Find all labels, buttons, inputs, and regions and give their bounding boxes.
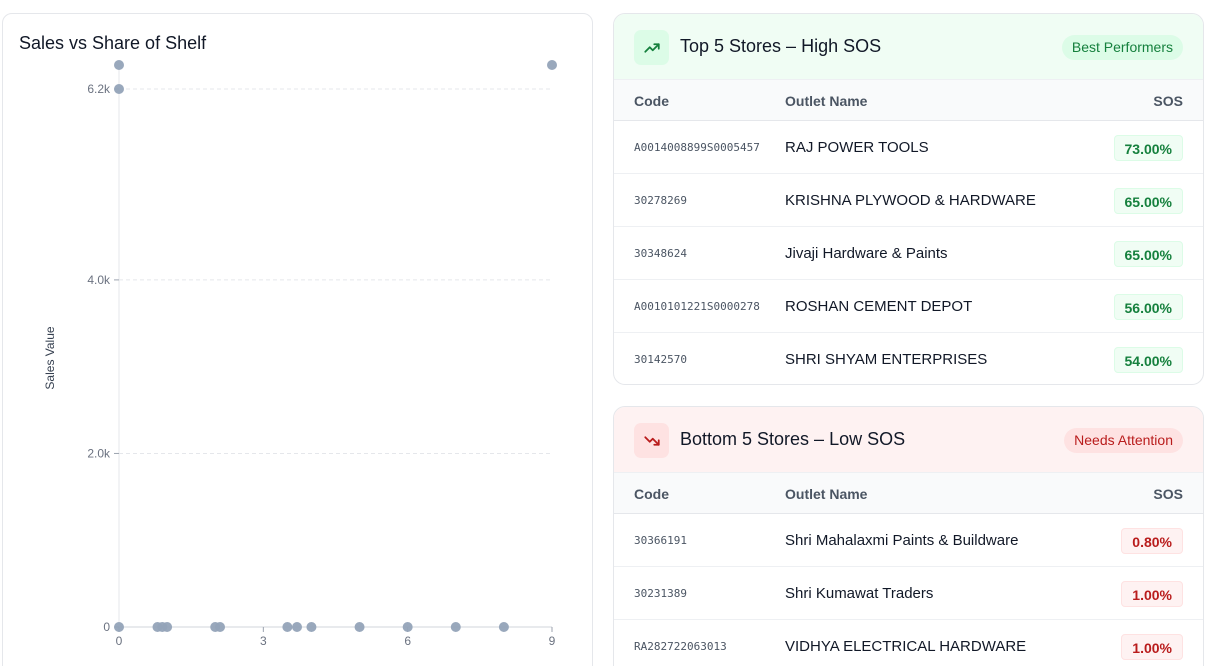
table-row[interactable]: 30231389 Shri Kumawat Traders 1.00% [614, 567, 1203, 620]
store-code: 30231389 [634, 587, 687, 600]
outlet-name: ROSHAN CEMENT DEPOT [785, 298, 973, 315]
table-row[interactable]: A0014008899S0005457 RAJ POWER TOOLS 73.0… [614, 121, 1203, 174]
y-tick-label: 0 [103, 620, 110, 634]
store-code: 30278269 [634, 194, 687, 207]
outlet-name-column-header: Outlet Name [785, 486, 868, 502]
outlet-name-column-header: Outlet Name [785, 93, 868, 109]
sos-badge: 0.80% [1121, 528, 1183, 554]
outlet-name: RAJ POWER TOOLS [785, 139, 929, 156]
store-code: A0010101221S0000278 [634, 300, 760, 313]
x-tick-label: 0 [116, 634, 123, 648]
store-code: 30348624 [634, 247, 687, 260]
y-axis-label: Sales Value [43, 326, 57, 389]
top-panel-header: Top 5 Stores – High SOS Best Performers [614, 14, 1203, 80]
y-tick-label: 2.0k [87, 446, 111, 460]
bottom-panel-header: Bottom 5 Stores – Low SOS Needs Attentio… [614, 407, 1203, 473]
table-row[interactable]: 30348624 Jivaji Hardware & Paints 65.00% [614, 227, 1203, 280]
table-row[interactable]: RA282722063013 VIDHYA ELECTRICAL HARDWAR… [614, 620, 1203, 666]
store-code: 30366191 [634, 534, 687, 547]
scatter-point [547, 60, 557, 70]
scatter-point [162, 622, 173, 632]
scatter-point [354, 622, 365, 632]
x-tick-label: 3 [260, 634, 267, 648]
scatter-point [114, 622, 124, 632]
table-row[interactable]: 30278269 KRISHNA PLYWOOD & HARDWARE 65.0… [614, 174, 1203, 227]
scatter-chart: 0 2.0k 4.0k 6.2k 0 3 6 9 Sales Value [43, 60, 557, 648]
y-tick-label: 6.2k [87, 82, 111, 96]
scatter-point [215, 622, 226, 632]
outlet-name: KRISHNA PLYWOOD & HARDWARE [785, 192, 1036, 209]
outlet-name: Jivaji Hardware & Paints [785, 245, 948, 262]
code-column-header: Code [634, 93, 669, 109]
bottom-panel-title: Bottom 5 Stores – Low SOS [680, 429, 906, 449]
sos-column-header: SOS [1153, 486, 1183, 502]
store-code: A0014008899S0005457 [634, 141, 760, 154]
outlet-name: Shri Mahalaxmi Paints & Buildware [785, 532, 1019, 549]
table-row[interactable]: A0010101221S0000278 ROSHAN CEMENT DEPOT … [614, 280, 1203, 333]
code-column-header: Code [634, 486, 669, 502]
sos-badge: 1.00% [1121, 581, 1183, 607]
sos-badge: 56.00% [1113, 294, 1183, 320]
sos-badge: 73.00% [1113, 135, 1183, 161]
store-code: 30142570 [634, 353, 687, 366]
trending-down-icon [634, 423, 669, 458]
outlet-name: VIDHYA ELECTRICAL HARDWARE [785, 638, 1027, 655]
sales-vs-sos-chart-card: Sales vs Share of Shelf 0 2.0k 4.0k 6.2k 0 3 6… [2, 13, 593, 666]
sos-badge: 65.00% [1113, 188, 1183, 214]
trending-up-icon [634, 30, 669, 65]
outlet-name: Shri Kumawat Traders [785, 585, 934, 602]
scatter-point [306, 622, 317, 632]
best-performers-badge: Best Performers [1061, 35, 1183, 60]
sos-badge: 1.00% [1121, 634, 1183, 660]
scatter-point [114, 60, 124, 70]
scatter-point [114, 84, 124, 94]
outlet-name: SHRI SHYAM ENTERPRISES [785, 351, 988, 368]
top-table-header: Code Outlet Name SOS [614, 80, 1203, 121]
x-tick-label: 6 [404, 634, 411, 648]
y-tick-label: 4.0k [87, 273, 111, 287]
sos-column-header: SOS [1153, 93, 1183, 109]
sos-badge: 54.00% [1113, 347, 1183, 373]
top-panel-title: Top 5 Stores – High SOS [680, 36, 882, 56]
sos-badge: 65.00% [1113, 241, 1183, 267]
needs-attention-badge: Needs Attention [1064, 428, 1183, 453]
top-stores-panel: Top 5 Stores – High SOS Best Performers … [613, 13, 1204, 385]
table-row[interactable]: 30142570 SHRI SHYAM ENTERPRISES 54.00% [614, 333, 1203, 384]
top-table-body: A0014008899S0005457 RAJ POWER TOOLS 73.0… [614, 121, 1203, 384]
x-tick-label: 9 [549, 634, 556, 648]
bottom-stores-panel: Bottom 5 Stores – Low SOS Needs Attentio… [613, 406, 1204, 666]
table-row[interactable]: 30366191 Shri Mahalaxmi Paints & Buildwa… [614, 514, 1203, 567]
scatter-point [450, 622, 461, 632]
scatter-point [282, 622, 293, 632]
store-code: RA282722063013 [634, 640, 727, 653]
scatter-point [498, 622, 509, 632]
scatter-point [402, 622, 413, 632]
bottom-table-body: 30366191 Shri Mahalaxmi Paints & Buildwa… [614, 514, 1203, 666]
bottom-table-header: Code Outlet Name SOS [614, 473, 1203, 514]
scatter-point [292, 622, 303, 632]
